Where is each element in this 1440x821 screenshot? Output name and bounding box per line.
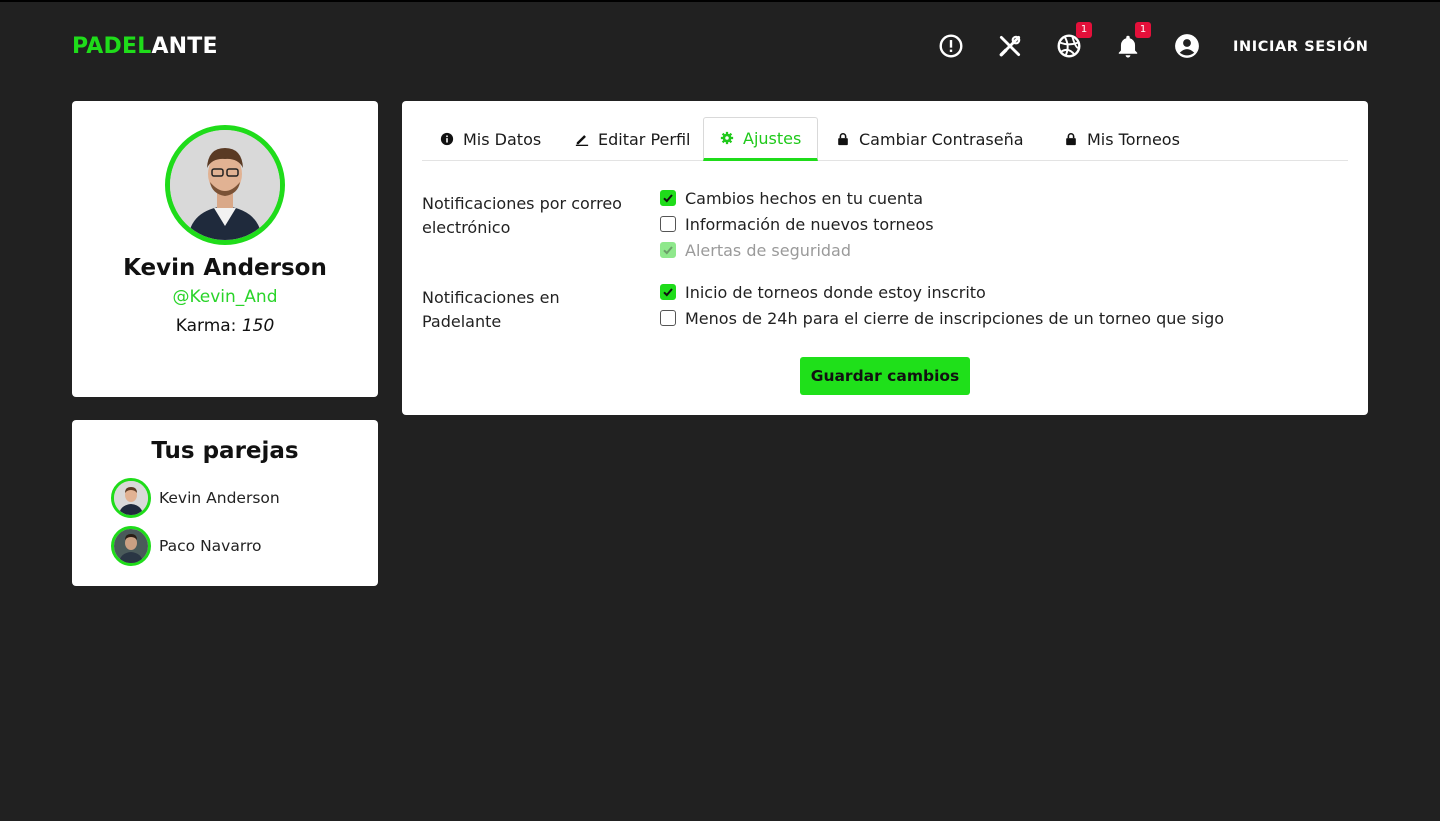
gear-icon xyxy=(720,131,734,145)
tab-label: Editar Perfil xyxy=(598,129,691,149)
settings-panel: Mis Datos Editar Perfil Ajustes Cambiar … xyxy=(402,101,1368,415)
avatar xyxy=(111,478,151,518)
partner-item[interactable]: Kevin Anderson xyxy=(111,478,280,518)
option-account-changes[interactable]: Cambios hechos en tu cuenta xyxy=(660,187,923,209)
tab-label: Mis Torneos xyxy=(1087,129,1180,149)
avatar xyxy=(111,526,151,566)
login-button[interactable]: INICIAR SESIÓN xyxy=(1233,39,1368,55)
checkbox xyxy=(660,242,676,258)
logo-part-green: PADEL xyxy=(72,34,152,59)
lock-icon xyxy=(838,133,848,146)
option-label: Cambios hechos en tu cuenta xyxy=(685,188,924,208)
avatar xyxy=(165,125,285,245)
option-label: Menos de 24h para el cierre de inscripci… xyxy=(685,308,1225,328)
alert-icon[interactable] xyxy=(937,32,965,60)
pencil-icon xyxy=(575,135,589,146)
save-button[interactable]: Guardar cambios xyxy=(800,357,970,395)
profile-karma: Karma: 150 xyxy=(72,316,378,336)
option-registration-closing[interactable]: Menos de 24h para el cierre de inscripci… xyxy=(660,307,1224,329)
bell-icon[interactable]: 1 xyxy=(1114,22,1151,60)
tab-ajustes[interactable]: Ajustes xyxy=(703,117,819,161)
partners-title: Tus parejas xyxy=(151,438,299,464)
option-label: Inicio de torneos donde estoy inscrito xyxy=(685,282,986,302)
checkbox[interactable] xyxy=(660,284,676,300)
profile-card: Kevin Anderson @Kevin_And Karma: 150 xyxy=(72,101,378,397)
tab-label: Mis Datos xyxy=(463,129,542,149)
logo[interactable]: PADELANTE xyxy=(72,34,218,59)
ball-badge: 1 xyxy=(1076,22,1092,38)
tab-editar-perfil[interactable]: Editar Perfil xyxy=(575,117,690,161)
lock-icon xyxy=(1066,133,1076,146)
logo-part-white: ANTE xyxy=(151,34,218,59)
tab-mis-torneos[interactable]: Mis Torneos xyxy=(1064,117,1180,161)
partners-card: Tus parejas Kevin Anderson Paco Navarro xyxy=(72,420,378,586)
karma-value: 150 xyxy=(241,316,275,336)
checkbox[interactable] xyxy=(660,190,676,206)
check-icon xyxy=(663,288,673,297)
checkbox[interactable] xyxy=(660,310,676,326)
tools-icon[interactable] xyxy=(996,32,1024,60)
profile-handle: @Kevin_And xyxy=(172,287,278,307)
bell-badge: 1 xyxy=(1135,22,1151,38)
check-icon xyxy=(663,246,673,255)
option-tournament-start[interactable]: Inicio de torneos donde estoy inscrito xyxy=(660,281,986,303)
info-icon xyxy=(440,132,454,146)
tab-label: Cambiar Contraseña xyxy=(859,129,1024,149)
tab-mis-datos[interactable]: Mis Datos xyxy=(440,117,541,161)
partner-name: Kevin Anderson xyxy=(159,489,280,507)
ball-icon[interactable]: 1 xyxy=(1055,22,1092,60)
option-new-tournaments[interactable]: Información de nuevos torneos xyxy=(660,213,934,235)
tab-label: Ajustes xyxy=(743,128,802,148)
account-icon[interactable] xyxy=(1173,32,1201,60)
option-label: Información de nuevos torneos xyxy=(685,214,934,234)
check-icon xyxy=(663,194,673,203)
option-security-alerts: Alertas de seguridad xyxy=(660,239,851,261)
checkbox[interactable] xyxy=(660,216,676,232)
option-label: Alertas de seguridad xyxy=(685,240,852,260)
partner-name: Paco Navarro xyxy=(159,537,262,555)
tab-cambiar-contrasena[interactable]: Cambiar Contraseña xyxy=(836,117,1024,161)
partner-item[interactable]: Paco Navarro xyxy=(111,526,261,566)
top-navbar: PADELANTE 1 1 INICIAR SESIÓN xyxy=(0,2,1440,94)
profile-tabs: Mis Datos Editar Perfil Ajustes Cambiar … xyxy=(422,117,1348,161)
email-notifications-label: Notificaciones por correo electrónico xyxy=(422,194,622,237)
app-notifications-label: Notificaciones en Padelante xyxy=(422,288,560,331)
karma-label: Karma: xyxy=(175,316,237,336)
profile-name: Kevin Anderson xyxy=(123,255,327,281)
